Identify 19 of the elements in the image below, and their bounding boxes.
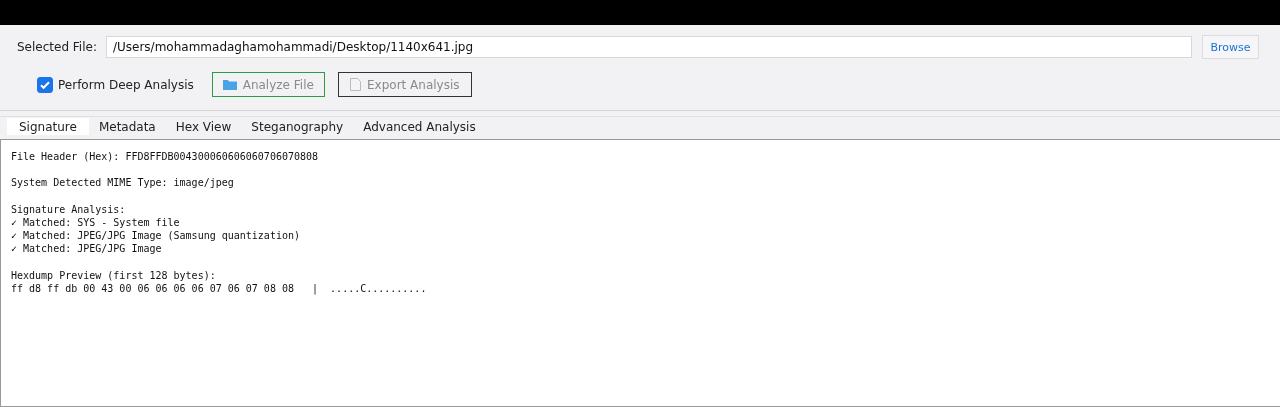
tab[interactable]: Advanced Analysis bbox=[353, 118, 486, 135]
output-line: ✓ Matched: JPEG/JPG Image (Samsung quantization) bbox=[11, 229, 301, 243]
file-path-field[interactable]: /Users/mohammadaghamohammadi/Desktop/1140x641.jpg bbox=[105, 36, 1192, 58]
browse-button[interactable]: Browse bbox=[1201, 35, 1259, 59]
output-line: ✓ Matched: JPEG/JPG Image bbox=[11, 242, 163, 256]
output-line: File Header (Hex): FFD8FFDB004300060606060706070808 bbox=[11, 150, 320, 164]
tab[interactable]: Signature bbox=[7, 118, 89, 135]
output-line: Signature Analysis: bbox=[11, 202, 127, 216]
folder-icon bbox=[222, 79, 237, 90]
tab[interactable]: Metadata bbox=[88, 118, 166, 135]
tab[interactable]: Hex View bbox=[165, 118, 242, 135]
output-line: System Detected MIME Type: image/jpeg bbox=[11, 176, 235, 190]
output-line: ff d8 ff db 00 43 00 06 06 06 06 07 06 07 08 08 | .....C.......... bbox=[11, 282, 428, 296]
output-line: ✓ Matched: SYS - System file bbox=[11, 215, 181, 230]
deep-analysis-checkbox[interactable]: Perform Deep Analysis bbox=[37, 76, 194, 93]
tab[interactable]: Steganography bbox=[241, 118, 354, 135]
output-line: Hexdump Preview (first 128 bytes): bbox=[11, 268, 217, 283]
selected-file-label: Selected File: bbox=[17, 40, 97, 54]
document-icon bbox=[350, 78, 361, 91]
